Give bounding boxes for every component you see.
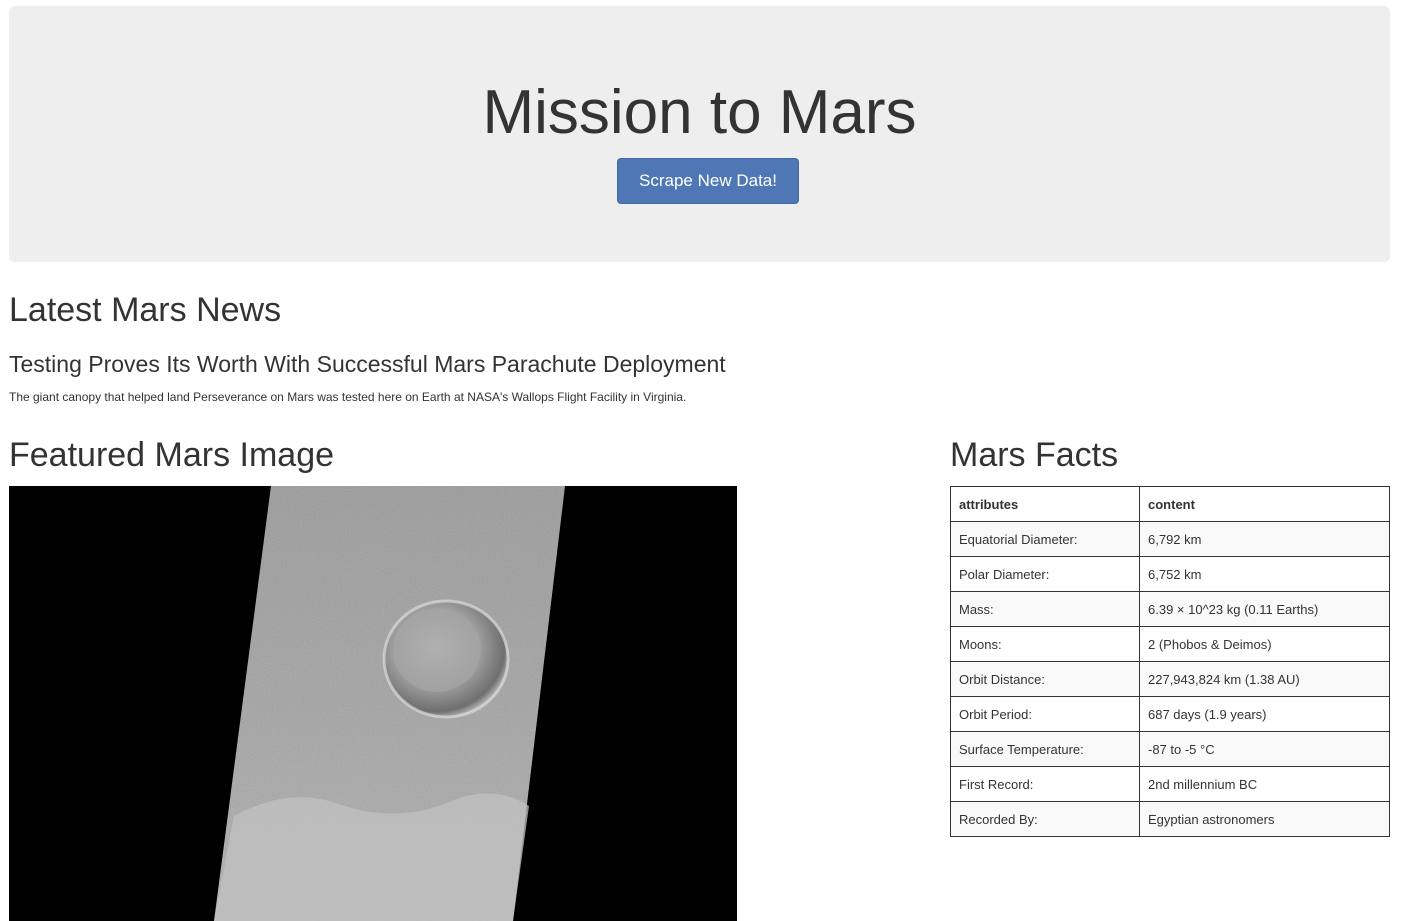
latest-news-heading: Latest Mars News (9, 291, 282, 329)
attribute-cell: Orbit Distance: (950, 661, 1140, 697)
content-cell: -87 to -5 °C (1139, 731, 1390, 767)
content-cell: 227,943,824 km (1.38 AU) (1139, 661, 1390, 697)
table-row: Mass: 6.39 × 10^23 kg (0.11 Earths) (950, 591, 1390, 627)
table-row: Recorded By: Egyptian astronomers (950, 801, 1390, 837)
content-cell: 6,792 km (1139, 521, 1390, 557)
attribute-cell: Moons: (950, 626, 1140, 662)
table-row: Orbit Period: 687 days (1.9 years) (950, 696, 1390, 732)
featured-image-heading: Featured Mars Image (9, 436, 335, 474)
attribute-cell: Recorded By: (950, 801, 1140, 837)
news-paragraph: The giant canopy that helped land Persev… (9, 390, 687, 404)
news-title: Testing Proves Its Worth With Successful… (9, 351, 726, 377)
attribute-cell: Equatorial Diameter: (950, 521, 1140, 557)
page-title: Mission to Mars (482, 78, 917, 147)
content-cell: 2 (Phobos & Deimos) (1139, 626, 1390, 662)
content-cell: Egyptian astronomers (1139, 801, 1390, 837)
featured-mars-image (9, 486, 737, 921)
table-row: First Record: 2nd millennium BC (950, 766, 1390, 802)
attribute-cell: First Record: (950, 766, 1140, 802)
scrape-new-data-button[interactable]: Scrape New Data! (617, 158, 799, 204)
content-cell: 2nd millennium BC (1139, 766, 1390, 802)
table-row: Surface Temperature: -87 to -5 °C (950, 731, 1390, 767)
content-cell: 6.39 × 10^23 kg (0.11 Earths) (1139, 591, 1390, 627)
attribute-cell: Orbit Period: (950, 696, 1140, 732)
content-cell: 6,752 km (1139, 556, 1390, 592)
jumbotron-header: Mission to Mars Scrape New Data! (9, 6, 1390, 262)
attribute-cell: Polar Diameter: (950, 556, 1140, 592)
table-row: Moons: 2 (Phobos & Deimos) (950, 626, 1390, 662)
column-header-attributes: attributes (950, 486, 1140, 522)
mars-facts-table: attributes content Equatorial Diameter: … (950, 486, 1390, 837)
mars-facts-heading: Mars Facts (950, 436, 1119, 474)
table-row: Orbit Distance: 227,943,824 km (1.38 AU) (950, 661, 1390, 697)
content-cell: 687 days (1.9 years) (1139, 696, 1390, 732)
table-row: Polar Diameter: 6,752 km (950, 556, 1390, 592)
table-row: Equatorial Diameter: 6,792 km (950, 521, 1390, 557)
attribute-cell: Mass: (950, 591, 1140, 627)
table-header-row: attributes content (950, 486, 1390, 522)
column-header-content: content (1139, 486, 1390, 522)
mars-surface-image (9, 486, 737, 921)
attribute-cell: Surface Temperature: (950, 731, 1140, 767)
